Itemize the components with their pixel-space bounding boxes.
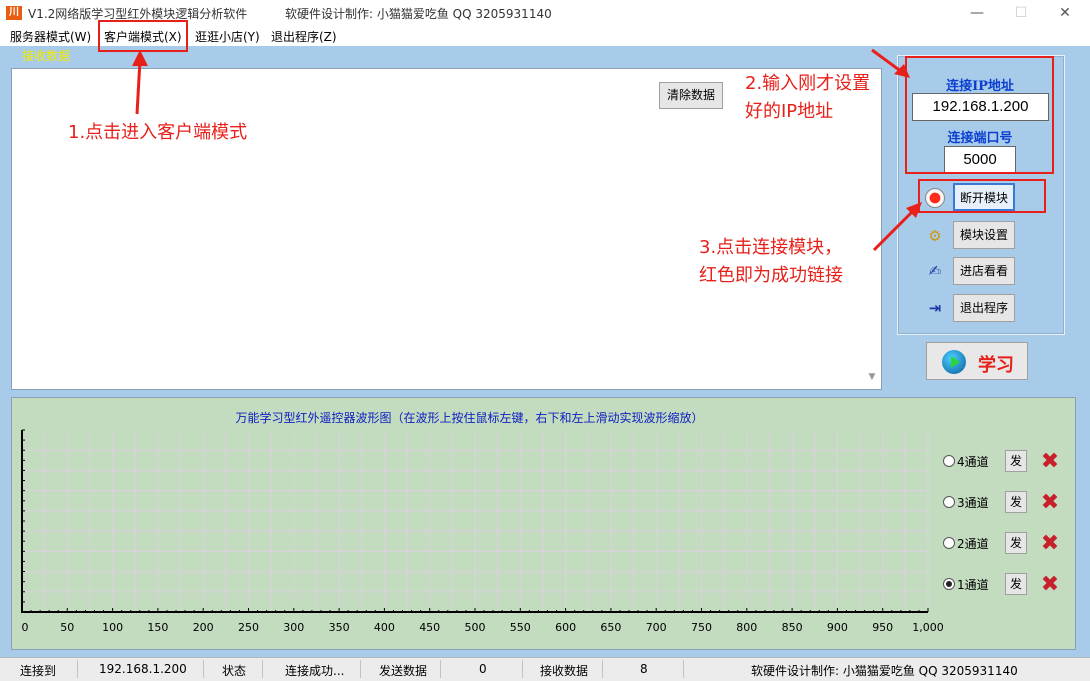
- annotation-step1: 1.点击进入客户端模式: [68, 122, 248, 143]
- x-tick-label: 200: [192, 621, 214, 634]
- channel-send-button[interactable]: 发: [1005, 532, 1027, 554]
- minimize-button[interactable]: —: [955, 0, 999, 26]
- learn-button-label: 学习: [978, 355, 1014, 376]
- channel-label: 1通道: [957, 578, 989, 592]
- status-separator: [360, 660, 361, 678]
- x-tick-label: 700: [645, 621, 667, 634]
- channel-send-button[interactable]: 发: [1005, 450, 1027, 472]
- x-tick-label: 50: [60, 621, 75, 634]
- channel-radio[interactable]: [943, 578, 955, 590]
- waveform-title: 万能学习型红外遥控器波形图（在波形上按住鼠标左键，右下和左上滑动实现波形缩放）: [235, 411, 704, 425]
- x-tick-label: 450: [419, 621, 441, 634]
- status-recv-value: 8: [640, 662, 648, 676]
- status-separator: [203, 660, 204, 678]
- x-tick-label: 250: [238, 621, 259, 634]
- x-tick-label: 600: [555, 621, 577, 634]
- menu-server-mode[interactable]: 服务器模式(W): [8, 28, 93, 45]
- highlight-ip-port: [905, 56, 1054, 174]
- status-separator: [77, 660, 78, 678]
- annotation-step3-line2: 红色即为成功链接: [699, 265, 843, 286]
- status-connect-to-value: 192.168.1.200: [99, 662, 187, 676]
- x-tick-label: 300: [283, 621, 305, 634]
- annotation-step2-line1: 2.输入刚才设置: [745, 73, 871, 94]
- status-recv-label: 接收数据: [540, 664, 589, 678]
- menu-shop[interactable]: 逛逛小店(Y): [193, 28, 262, 45]
- x-tick-label: 1,000: [912, 621, 944, 634]
- title-credit: 软硬件设计制作: 小猫猫爱吃鱼 QQ 3205931140: [285, 7, 552, 21]
- x-tick-label: 150: [147, 621, 169, 634]
- x-tick-label: 750: [691, 621, 712, 634]
- x-tick-label: 950: [872, 621, 894, 634]
- x-tick-label: 550: [509, 621, 531, 634]
- shop-icon: ✍: [928, 262, 942, 280]
- channel-send-button[interactable]: 发: [1005, 491, 1027, 513]
- status-bar: 连接到 192.168.1.200 状态 连接成功... 发送数据 0 接收数据…: [0, 657, 1090, 681]
- status-credit: 软硬件设计制作: 小猫猫爱吃鱼 QQ 3205931140: [751, 664, 1018, 678]
- status-separator: [522, 660, 523, 678]
- maximize-button[interactable]: ☐: [999, 0, 1043, 26]
- channel-delete-icon[interactable]: ✖: [1040, 492, 1060, 514]
- clear-data-button[interactable]: 清除数据: [659, 82, 723, 109]
- status-separator: [683, 660, 684, 678]
- channel-delete-icon[interactable]: ✖: [1040, 533, 1060, 555]
- x-tick-label: 400: [373, 621, 395, 634]
- highlight-client-mode: [98, 20, 188, 52]
- channel-radio[interactable]: [943, 455, 955, 467]
- receive-data-label: 接收数据: [22, 49, 71, 63]
- arrow-to-ip: [871, 48, 910, 78]
- channel-label: 3通道: [957, 496, 989, 510]
- status-separator: [262, 660, 263, 678]
- x-tick-label: 850: [781, 621, 803, 634]
- status-state-label: 状态: [222, 664, 247, 678]
- waveform-chart[interactable]: [20, 428, 930, 614]
- annotation-step2-line2: 好的IP地址: [745, 101, 834, 122]
- scroll-down-arrow[interactable]: ▼: [866, 372, 878, 386]
- close-button[interactable]: ✕: [1043, 0, 1087, 26]
- x-tick-label: 650: [600, 621, 622, 634]
- visit-shop-button[interactable]: 进店看看: [953, 257, 1015, 285]
- channel-radio[interactable]: [943, 496, 955, 508]
- x-tick-label: 100: [102, 621, 124, 634]
- channel-send-button[interactable]: 发: [1005, 573, 1027, 595]
- menu-exit[interactable]: 退出程序(Z): [269, 28, 339, 45]
- status-state-value: 连接成功...: [285, 664, 345, 678]
- status-connect-to-label: 连接到: [20, 664, 57, 678]
- module-settings-button[interactable]: 模块设置: [953, 221, 1015, 249]
- exit-program-button[interactable]: 退出程序: [953, 294, 1015, 322]
- app-icon: 川: [6, 6, 22, 20]
- status-sent-value: 0: [479, 662, 487, 676]
- channel-delete-icon[interactable]: ✖: [1040, 574, 1060, 596]
- module-settings-icon: ⚙: [928, 227, 942, 245]
- annotation-step3-line1: 3.点击连接模块，: [699, 237, 843, 258]
- channel-label: 2通道: [957, 537, 989, 551]
- x-tick-label: 500: [464, 621, 486, 634]
- exit-icon: ⇥: [928, 299, 942, 317]
- arrow-to-connect: [872, 202, 922, 252]
- x-tick-label: 0: [21, 621, 29, 634]
- arrow-to-client-mode: [132, 50, 148, 115]
- x-tick-label: 800: [736, 621, 758, 634]
- highlight-connect-module: [918, 179, 1046, 213]
- play-triangle-icon: [951, 356, 960, 368]
- status-sent-label: 发送数据: [379, 664, 428, 678]
- status-separator: [602, 660, 603, 678]
- x-tick-label: 900: [826, 621, 848, 634]
- x-tick-label: 350: [328, 621, 350, 634]
- channel-label: 4通道: [957, 455, 989, 469]
- status-separator: [440, 660, 441, 678]
- channel-delete-icon[interactable]: ✖: [1040, 451, 1060, 473]
- channel-radio[interactable]: [943, 537, 955, 549]
